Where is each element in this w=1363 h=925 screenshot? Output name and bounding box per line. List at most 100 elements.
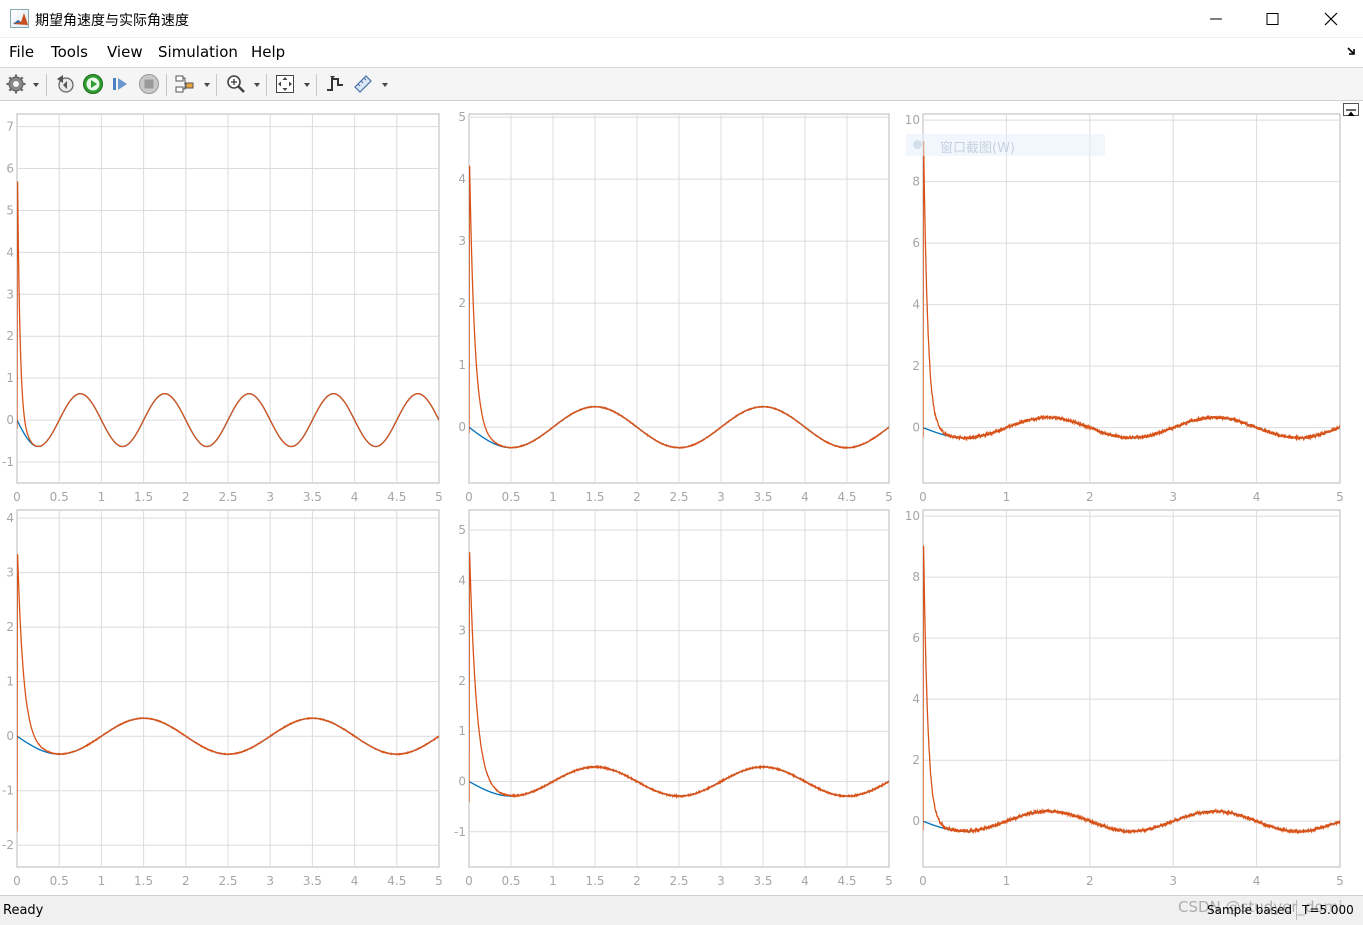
zoom-dropdown-caret[interactable] [254, 83, 260, 87]
x-tick-label: 3 [717, 490, 725, 504]
x-tick-label: 2 [633, 490, 641, 504]
x-tick-label: 0.5 [501, 490, 520, 504]
y-tick-label: 0 [458, 775, 466, 789]
stop-icon[interactable] [138, 73, 160, 95]
matlab-icon [10, 9, 29, 28]
x-tick-label: 5 [435, 874, 443, 888]
scope-axes-4: 0 0.5 1 1.5 2 2.5 3 3.5 4 4.5 5 -2 -1 0 1 2 3 4 [2, 509, 443, 888]
x-tick-label: 0 [919, 490, 927, 504]
x-tick-label: 3 [266, 874, 274, 888]
x-tick-label: 5 [1336, 490, 1344, 504]
y-tick-label: 0 [912, 421, 920, 435]
maximize-button[interactable] [1244, 0, 1302, 38]
y-tick-label: 5 [458, 110, 466, 124]
scope-display-area: 0 0.5 1 1.5 2 2.5 3 3.5 4 4.5 5 -1 0 1 2 3 4 5 6 7 0 0.5 1 1.5 2… [0, 101, 1363, 895]
gear-icon[interactable] [5, 73, 27, 95]
x-tick-label: 4 [1253, 490, 1261, 504]
x-tick-label: 1.5 [585, 490, 604, 504]
x-tick-label: 4 [351, 490, 359, 504]
y-tick-label: 8 [912, 570, 920, 584]
x-tick-label: 2 [182, 490, 190, 504]
run-icon[interactable] [82, 73, 104, 95]
x-tick-label: 0 [465, 874, 473, 888]
y-tick-label: 1 [6, 371, 14, 385]
window-title: 期望角速度与实际角速度 [35, 13, 189, 29]
y-tick-label: 1 [458, 724, 466, 738]
toolbar-separator [216, 74, 217, 96]
autoscale-icon[interactable] [274, 73, 296, 95]
maximize-icon [1266, 13, 1279, 25]
x-tick-label: 0.5 [50, 874, 69, 888]
highlight-signal-icon[interactable] [174, 73, 196, 95]
x-tick-label: 4.5 [837, 874, 856, 888]
y-tick-label: 3 [6, 566, 14, 580]
x-tick-label: 2.5 [669, 874, 688, 888]
measurements-dropdown-caret[interactable] [382, 83, 388, 87]
status-sample-mode: Sample based [1207, 903, 1293, 917]
x-tick-label: 0.5 [501, 874, 520, 888]
x-tick-label: 3.5 [303, 874, 322, 888]
x-tick-label: 1 [1003, 874, 1011, 888]
x-tick-label: 5 [885, 874, 893, 888]
status-ready: Ready [3, 903, 44, 918]
x-tick-label: 3 [266, 490, 274, 504]
status-sim-time: T=5.000 [1302, 903, 1354, 917]
x-tick-label: 0 [919, 874, 927, 888]
y-tick-label: 5 [6, 203, 14, 217]
y-tick-label: 6 [6, 162, 14, 176]
menu-bar: File Tools View Simulation Help [0, 38, 1363, 67]
menu-simulation[interactable]: Simulation [158, 43, 238, 61]
step-forward-icon[interactable] [110, 73, 132, 95]
minimize-button[interactable] [1188, 0, 1246, 38]
toolbar-separator [166, 74, 167, 96]
triggers-icon[interactable] [324, 73, 346, 95]
gear-dropdown-caret[interactable] [33, 83, 39, 87]
x-tick-label: 4 [351, 874, 359, 888]
y-tick-label: 6 [912, 236, 920, 250]
y-tick-label: 3 [458, 624, 466, 638]
title-bar: 期望角速度与实际角速度 [0, 0, 1363, 38]
close-button[interactable] [1302, 0, 1360, 38]
undock-arrow-icon[interactable] [1346, 45, 1358, 57]
menu-help[interactable]: Help [251, 43, 285, 61]
y-tick-label: 4 [912, 298, 920, 312]
scope-plots: 0 0.5 1 1.5 2 2.5 3 3.5 4 4.5 5 -1 0 1 2 3 4 5 6 7 0 0.5 1 1.5 2… [2, 110, 1344, 888]
scope-axes-6: 0 1 2 3 4 5 0 2 4 6 8 10 [905, 509, 1344, 888]
y-tick-label: 10 [905, 509, 920, 523]
close-icon [1324, 12, 1338, 26]
y-tick-label: 5 [458, 523, 466, 537]
y-tick-label: 0 [458, 420, 466, 434]
menu-view[interactable]: View [107, 43, 143, 61]
highlight-dropdown-caret[interactable] [204, 83, 210, 87]
zoom-in-icon[interactable] [225, 73, 247, 95]
status-bar: Ready CSDN @studyer_domi Sample based T=… [0, 895, 1363, 925]
x-tick-label: 0 [13, 874, 21, 888]
y-tick-label: 2 [6, 329, 14, 343]
plot-area [922, 509, 1341, 868]
screenshot-icon [913, 140, 922, 149]
x-tick-label: 4.5 [387, 874, 406, 888]
measurements-icon[interactable] [352, 73, 374, 95]
x-tick-label: 0 [13, 490, 21, 504]
restore-layout-icon[interactable] [1343, 103, 1359, 116]
y-tick-label: 10 [905, 113, 920, 127]
x-tick-label: 3 [1169, 490, 1177, 504]
y-tick-label: 2 [6, 620, 14, 634]
y-tick-label: 4 [6, 511, 14, 525]
x-tick-label: 3 [717, 874, 725, 888]
y-tick-label: 2 [458, 296, 466, 310]
menu-file[interactable]: File [9, 43, 34, 61]
x-tick-label: 3.5 [753, 490, 772, 504]
y-tick-label: 6 [912, 631, 920, 645]
y-tick-label: 8 [912, 175, 920, 189]
menu-tools[interactable]: Tools [51, 43, 88, 61]
y-tick-label: 3 [6, 287, 14, 301]
y-tick-label: -2 [2, 838, 14, 852]
x-tick-label: 1 [549, 490, 557, 504]
autoscale-dropdown-caret[interactable] [304, 83, 310, 87]
y-tick-label: 2 [912, 753, 920, 767]
x-tick-label: 1.5 [585, 874, 604, 888]
step-back-icon[interactable] [54, 73, 76, 95]
y-tick-label: 4 [458, 172, 466, 186]
x-tick-label: 2 [1086, 490, 1094, 504]
